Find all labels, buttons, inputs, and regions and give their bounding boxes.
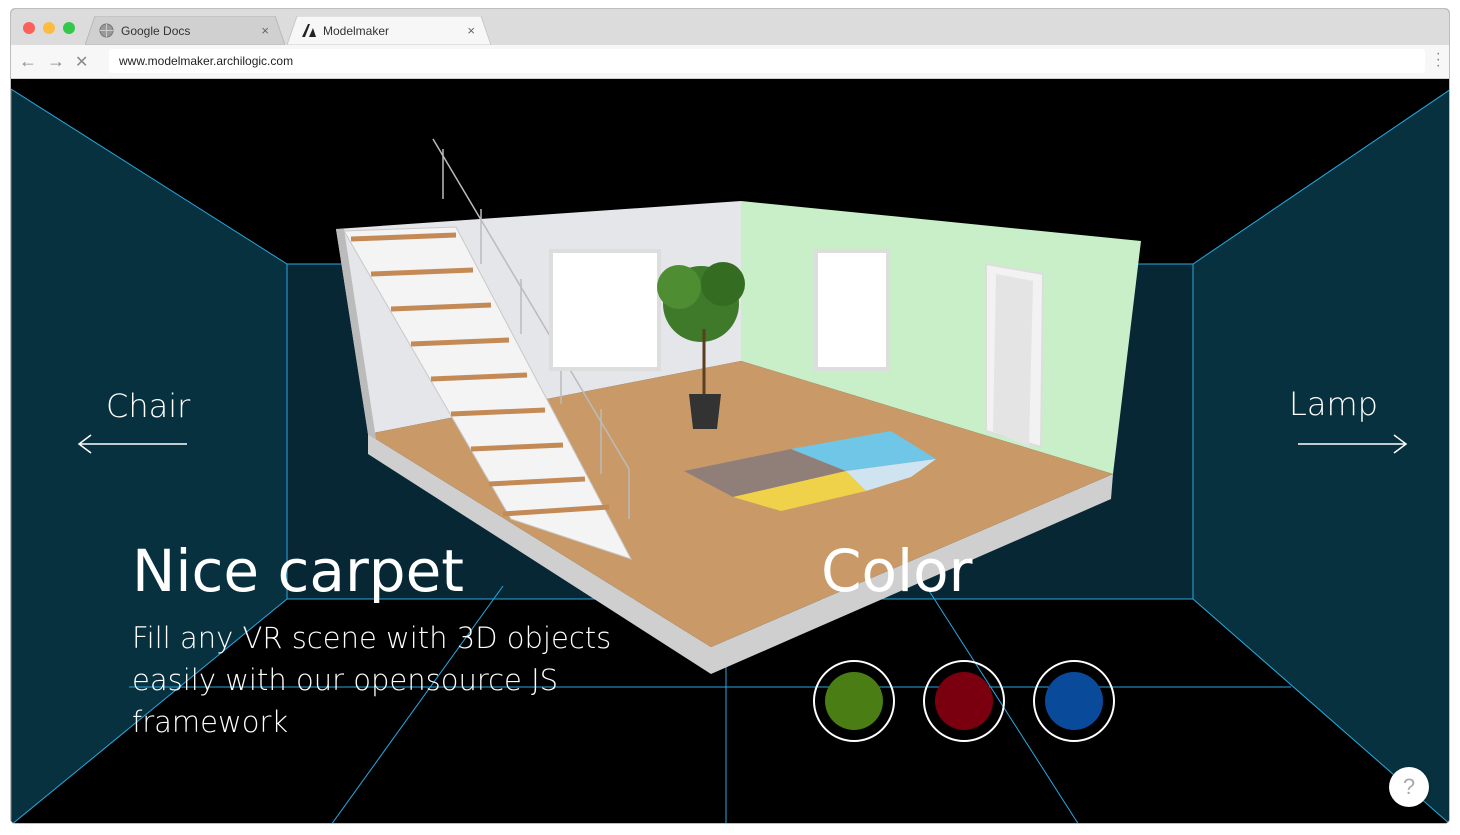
prev-item-label[interactable]: Chair	[106, 387, 190, 425]
color-swatches	[813, 660, 1115, 742]
help-button[interactable]: ?	[1389, 767, 1429, 807]
address-bar[interactable]: www.modelmaker.archilogic.com	[109, 49, 1425, 73]
right-wall-panel	[1193, 90, 1449, 823]
globe-icon	[99, 23, 114, 38]
item-headline: Nice carpet	[132, 537, 465, 605]
tab-title: Modelmaker	[323, 24, 390, 38]
color-title: Color	[821, 537, 973, 605]
next-item-label[interactable]: Lamp	[1289, 385, 1378, 423]
menu-dots-icon[interactable]: · · ·	[1436, 46, 1441, 74]
tab-close-icon[interactable]: ×	[467, 23, 475, 38]
description-line: easily with our opensource JS	[132, 663, 559, 697]
close-window-button[interactable]	[23, 22, 35, 34]
url-text: www.modelmaker.archilogic.com	[119, 54, 294, 68]
vr-scene[interactable]: Chair Lamp Nice carpet Fill any VR scene…	[11, 79, 1449, 823]
tab-title: Google Docs	[121, 24, 191, 38]
left-arrow-icon[interactable]	[77, 434, 189, 454]
back-arrow-icon[interactable]: ←	[19, 51, 37, 72]
color-swatch-red[interactable]	[923, 660, 1005, 742]
minimize-window-button[interactable]	[43, 22, 55, 34]
description-line: framework	[132, 705, 289, 739]
archilogic-logo-icon	[302, 24, 316, 37]
color-swatch-blue[interactable]	[1033, 660, 1115, 742]
tab-modelmaker[interactable]: Modelmaker ×	[287, 16, 491, 45]
maximize-window-button[interactable]	[63, 22, 75, 34]
tab-google-docs[interactable]: Google Docs ×	[85, 16, 285, 45]
right-arrow-icon[interactable]	[1296, 434, 1408, 454]
tab-bar: Google Docs × Modelmaker ×	[11, 9, 1449, 45]
item-description: Fill any VR scene with 3D objects easily…	[132, 617, 611, 743]
forward-arrow-icon[interactable]: →	[47, 51, 65, 72]
color-swatch-green[interactable]	[813, 660, 895, 742]
tab-close-icon[interactable]: ×	[261, 23, 269, 38]
stop-loading-icon[interactable]: ✕	[75, 52, 88, 72]
browser-toolbar: ← → ✕ www.modelmaker.archilogic.com · · ·	[11, 45, 1449, 79]
browser-window: Google Docs × Modelmaker × ← → ✕ www.mod…	[10, 8, 1450, 824]
description-line: Fill any VR scene with 3D objects	[132, 621, 612, 655]
